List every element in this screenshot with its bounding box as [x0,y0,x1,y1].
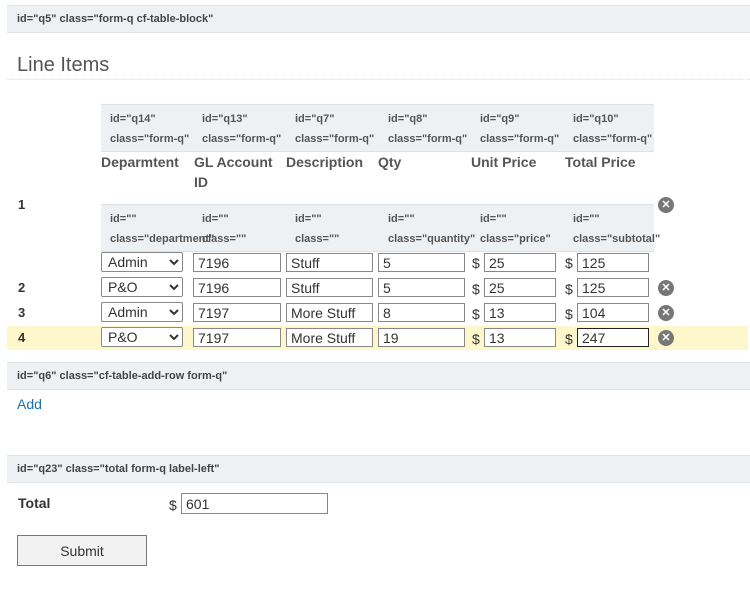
add-row-link[interactable]: Add [17,396,42,412]
col-class-label: class="form-q" [573,133,653,145]
col-id-label: id="q13" [202,113,248,125]
subtotal-input[interactable] [577,303,649,322]
col-class-label: class="form-q" [480,133,560,145]
remove-row-icon[interactable]: ✕ [658,305,674,321]
col-class-label: class="form-q" [295,133,375,145]
subcol-class-label: class="subtotal" [573,233,661,245]
price-input[interactable] [484,328,556,347]
subcol-id-label: id="" [295,213,322,225]
col-id-label: id="q9" [480,113,520,125]
block-id-label: id="q5" [17,13,57,25]
total-id-label: id="q23" [17,463,63,475]
header-gl-account: GL Account ID [194,152,273,192]
total-label: Total [18,495,51,511]
subcol-id-label: id="" [573,213,600,225]
form-block-bar: id="q5" class="form-q cf-table-block" [7,5,750,33]
subcol-id-label: id="" [110,213,137,225]
section-title: Line Items [17,54,110,76]
column-debug-row: id="q14" class="form-q" id="q13" class="… [101,104,654,152]
subcolumn-debug-row: id="" class="department" id="" class="" … [101,204,660,252]
remove-row-icon[interactable]: ✕ [658,197,674,213]
add-row-debug-label: id="q6" class="cf-table-add-row form-q" [17,370,227,382]
subcol-class-label: class="" [202,233,247,245]
total-block-bar: id="q23" class="total form-q label-left" [7,455,750,483]
quantity-input[interactable] [378,278,465,297]
submit-button[interactable]: Submit [17,535,147,566]
subcol-class-label: class="quantity" [388,233,476,245]
header-unit-price: Unit Price [471,154,537,170]
price-input[interactable] [484,278,556,297]
currency-symbol: $ [565,255,573,271]
currency-symbol: $ [565,331,573,347]
subcol-class-label: class="" [295,233,340,245]
col-id-label: id="q8" [388,113,428,125]
header-department: Deparmtent [101,154,179,170]
subcol-id-label: id="" [388,213,415,225]
department-select[interactable]: P&O [101,327,183,347]
remove-row-icon[interactable]: ✕ [658,280,674,296]
col-id-label: id="q10" [573,113,619,125]
total-input[interactable] [181,493,328,514]
subtotal-input[interactable] [577,278,649,297]
block-debug-label: id="q5" class="form-q cf-table-block" [17,13,213,25]
department-select[interactable]: P&O [101,277,183,297]
description-input[interactable] [286,278,373,297]
col-class-label: class="form-q" [110,133,190,145]
subtotal-input[interactable] [577,253,649,272]
block-class-label: class="form-q cf-table-block" [59,13,214,25]
price-input[interactable] [484,253,556,272]
col-class-label: class="form-q" [388,133,468,145]
currency-symbol: $ [169,497,177,513]
total-debug-label: id="q23" class="total form-q label-left" [17,463,219,475]
col-id-label: id="q14" [110,113,156,125]
add-row-bar: id="q6" class="cf-table-add-row form-q" [7,362,750,390]
col-class-label: class="form-q" [202,133,282,145]
col-id-label: id="q7" [295,113,335,125]
row-number: 1 [18,197,26,212]
header-total-price: Total Price [565,154,636,170]
add-row-class-label: class="cf-table-add-row form-q" [59,370,228,382]
row-number: 2 [18,280,26,295]
gl-account-input[interactable] [193,328,281,347]
subcol-class-label: class="department" [110,233,215,245]
currency-symbol: $ [565,281,573,297]
gl-account-input[interactable] [193,303,281,322]
price-input[interactable] [484,303,556,322]
header-description: Description [286,154,364,170]
row-number: 3 [18,305,26,320]
subcol-id-label: id="" [202,213,229,225]
subcol-class-label: class="price" [480,233,551,245]
description-input[interactable] [286,253,373,272]
description-input[interactable] [286,328,373,347]
department-select[interactable]: Admin [101,302,183,322]
currency-symbol: $ [472,306,480,322]
section-divider [7,79,750,80]
gl-account-input[interactable] [193,278,281,297]
quantity-input[interactable] [378,253,465,272]
subcol-id-label: id="" [480,213,507,225]
quantity-input[interactable] [378,328,465,347]
header-gl-line2: ID [194,174,208,190]
gl-account-input[interactable] [193,253,281,272]
currency-symbol: $ [565,306,573,322]
currency-symbol: $ [472,255,480,271]
remove-row-icon[interactable]: ✕ [658,330,674,346]
quantity-input[interactable] [378,303,465,322]
department-select[interactable]: Admin [101,252,183,272]
header-qty: Qty [378,154,402,170]
row-number: 4 [18,330,26,345]
currency-symbol: $ [472,331,480,347]
currency-symbol: $ [472,281,480,297]
subtotal-input[interactable] [577,328,649,347]
header-gl-line1: GL Account [194,154,273,170]
description-input[interactable] [286,303,373,322]
add-row-id-label: id="q6" [17,370,57,382]
total-class-label: class="total form-q label-left" [65,463,220,475]
